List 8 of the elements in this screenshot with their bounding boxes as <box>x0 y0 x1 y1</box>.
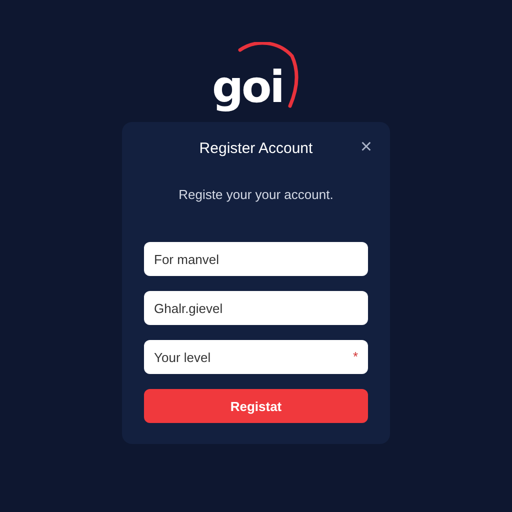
required-mark: * <box>352 349 358 365</box>
close-button[interactable]: × <box>358 137 374 157</box>
register-button[interactable]: Registat <box>144 389 368 423</box>
input-field[interactable]: Ghalr.gievel <box>144 291 368 325</box>
dialog-title: Register Account <box>199 140 313 157</box>
input-field[interactable]: For manvel <box>144 242 368 276</box>
dialog-subtitle: Registe your your account. <box>178 187 334 202</box>
logo: goi <box>206 42 306 114</box>
